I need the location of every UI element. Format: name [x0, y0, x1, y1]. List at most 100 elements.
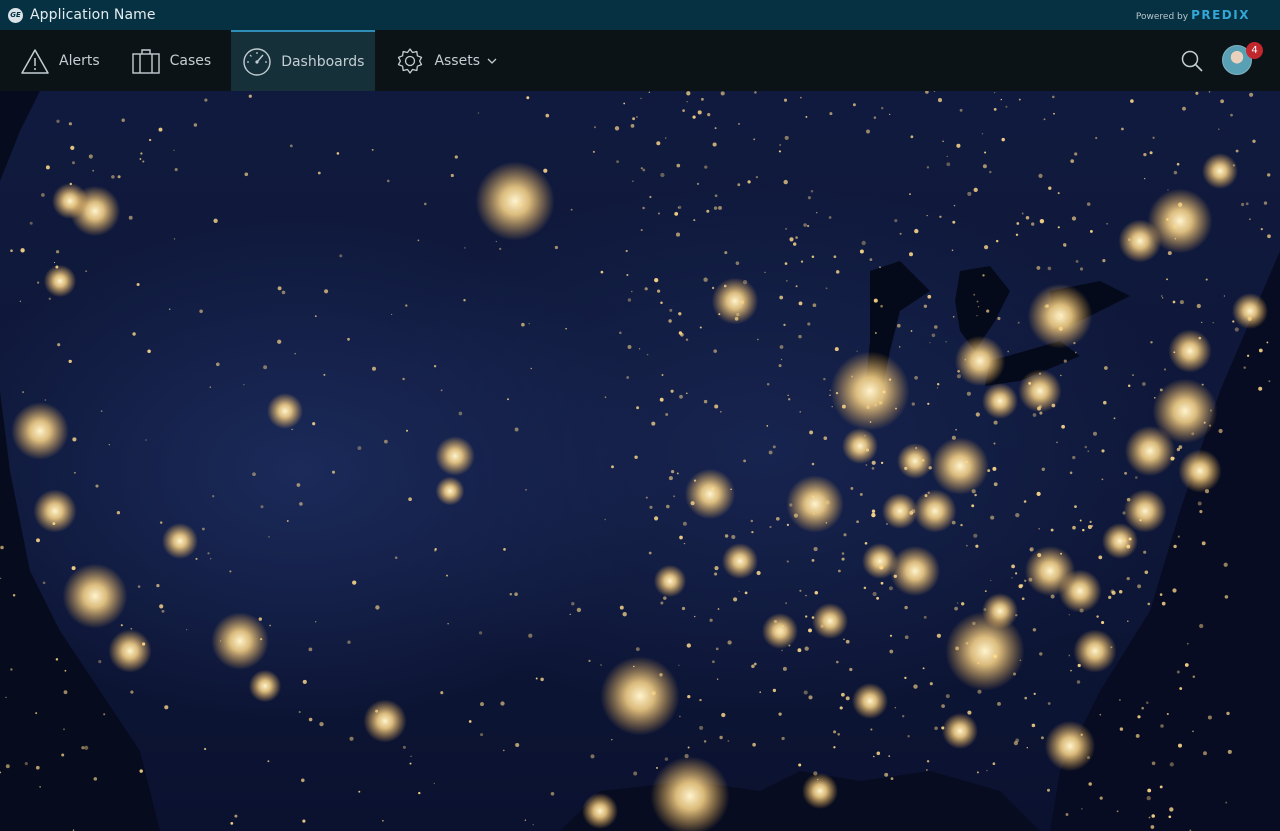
nav-cases-label: Cases: [169, 52, 212, 69]
us-night-lights-map[interactable]: [0, 91, 1280, 831]
town-light: [1260, 228, 1263, 231]
town-light: [974, 493, 977, 497]
town-light: [779, 143, 782, 147]
town-light: [1223, 295, 1226, 297]
nav-assets[interactable]: Assets: [384, 30, 509, 91]
town-light: [173, 238, 176, 240]
metro-light: [982, 383, 1018, 419]
town-light: [685, 338, 689, 341]
town-light: [1060, 552, 1063, 555]
metro-light: [913, 489, 957, 533]
town-light: [971, 489, 976, 494]
town-light: [571, 601, 575, 606]
town-light: [965, 544, 968, 547]
metro-light: [1178, 449, 1222, 493]
town-light: [849, 667, 853, 672]
town-light: [528, 323, 530, 325]
town-light: [1031, 222, 1035, 226]
town-light: [893, 574, 897, 578]
town-light: [984, 245, 989, 250]
town-light: [989, 170, 992, 174]
town-light: [1029, 548, 1033, 552]
town-light: [759, 691, 761, 693]
town-light: [1248, 218, 1251, 221]
metro-light: [711, 277, 759, 325]
town-light: [1240, 202, 1245, 207]
town-light: [926, 166, 930, 169]
nav-cases[interactable]: Cases: [120, 30, 223, 91]
town-light: [756, 570, 761, 576]
town-light: [55, 250, 60, 254]
user-avatar-button[interactable]: 4: [1222, 41, 1263, 77]
nav-alerts[interactable]: Alerts: [9, 30, 111, 91]
town-light: [632, 117, 636, 121]
town-light: [1038, 528, 1040, 530]
town-light: [783, 323, 786, 327]
town-light: [888, 378, 892, 381]
town-light: [954, 606, 958, 611]
town-light: [478, 631, 483, 635]
town-light: [1203, 751, 1207, 756]
town-light: [528, 633, 533, 638]
town-light: [910, 135, 914, 139]
metro-light: [786, 475, 844, 533]
town-light: [1137, 715, 1141, 719]
town-light: [678, 331, 683, 335]
town-light: [986, 309, 990, 313]
town-light: [649, 505, 653, 509]
metro-light: [650, 756, 730, 831]
town-light: [673, 495, 676, 498]
town-light: [952, 316, 955, 318]
town-light: [752, 742, 756, 747]
town-light: [687, 746, 690, 749]
town-light: [244, 172, 249, 177]
town-light: [630, 124, 635, 128]
town-light: [946, 162, 951, 167]
town-light: [687, 694, 691, 699]
town-light: [924, 494, 928, 498]
town-light: [888, 755, 891, 757]
metro-light: [267, 393, 303, 429]
town-light: [915, 447, 918, 449]
town-light: [1108, 595, 1112, 599]
search-icon[interactable]: [1180, 49, 1204, 73]
town-light: [1070, 669, 1072, 672]
town-light: [878, 401, 883, 405]
town-light: [1017, 321, 1020, 324]
town-light: [674, 212, 679, 216]
town-light: [199, 309, 203, 313]
nav-dashboards[interactable]: Dashboards: [231, 30, 376, 91]
main-nav: Alerts Cases Dashboards Assets 4: [0, 30, 1280, 91]
town-light: [1127, 384, 1131, 387]
town-light: [269, 624, 271, 627]
town-light: [204, 98, 208, 102]
town-light: [973, 187, 978, 193]
town-light: [252, 472, 256, 477]
town-light: [1069, 471, 1073, 475]
town-light: [258, 617, 262, 621]
town-light: [55, 265, 59, 269]
town-light: [1199, 510, 1203, 514]
town-light: [1093, 431, 1097, 436]
town-light: [889, 649, 894, 654]
town-light: [1225, 801, 1228, 804]
town-light: [679, 394, 683, 399]
town-light: [684, 754, 689, 759]
town-light: [302, 679, 307, 684]
town-light: [141, 642, 146, 646]
town-light: [737, 122, 741, 125]
town-light: [323, 373, 326, 376]
town-light: [209, 386, 211, 388]
town-light: [717, 608, 720, 610]
town-light: [229, 570, 232, 573]
town-light: [798, 763, 802, 767]
town-light: [753, 662, 757, 666]
town-light: [450, 173, 454, 178]
town-light: [711, 286, 715, 290]
town-light: [686, 91, 691, 96]
town-light: [976, 315, 978, 317]
town-light: [828, 216, 832, 219]
town-light: [823, 436, 828, 440]
town-light: [886, 523, 888, 525]
town-light: [679, 715, 681, 718]
